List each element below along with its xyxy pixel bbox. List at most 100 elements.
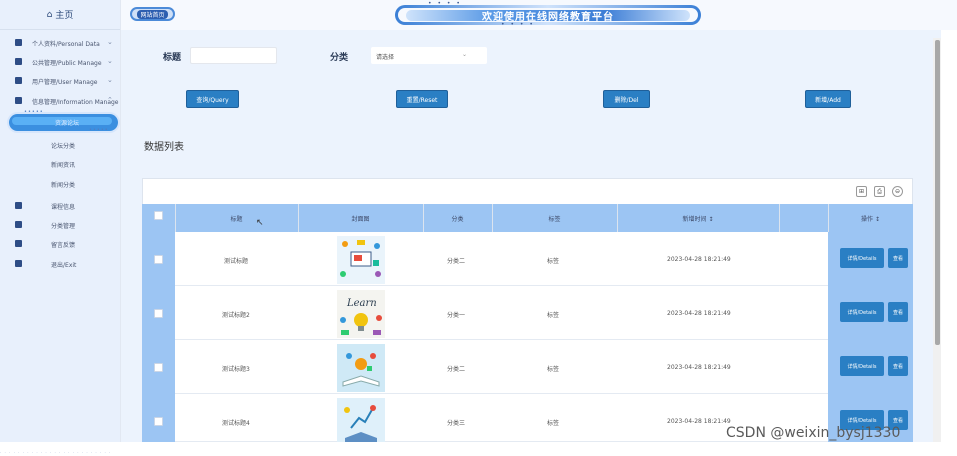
- export-icon[interactable]: ⊖: [892, 186, 903, 197]
- sidebar-item-label: 课程信息: [51, 204, 76, 211]
- chevron-down-icon: ⌄: [461, 51, 467, 58]
- table-row: [142, 232, 913, 286]
- query-button[interactable]: 查询/Query: [186, 90, 239, 108]
- grid-view-icon[interactable]: ⊞: [856, 186, 867, 197]
- view-button[interactable]: 查看: [888, 356, 908, 376]
- sidebar-item-label: 资源论坛: [55, 120, 80, 127]
- row-checkbox[interactable]: [154, 309, 163, 318]
- cell-time: 2023-04-28 18:21:49: [667, 256, 731, 263]
- sidebar-item-label: 分类管理: [51, 223, 76, 230]
- exit-icon: [15, 260, 22, 267]
- sidebar-item-category[interactable]: 分类管理: [0, 217, 121, 233]
- sidebar-item-label: 公共管理/Public Manage: [32, 60, 102, 67]
- header-tag: 标签: [548, 215, 561, 223]
- category-select-value: 请选择: [376, 54, 395, 61]
- details-button[interactable]: 详情/Details: [840, 356, 884, 376]
- document-icon: [15, 58, 22, 65]
- cell-category: 分类三: [447, 420, 466, 427]
- cell-time: 2023-04-28 18:21:49: [667, 418, 731, 425]
- chart-icon: [15, 77, 22, 84]
- cover-image: Learn: [337, 290, 385, 338]
- sidebar-item-label: 留言反馈: [51, 242, 76, 249]
- watermark: CSDN @weixin_bysj1330: [726, 425, 901, 441]
- header-cover: 封面图: [351, 215, 370, 223]
- sidebar-item-user[interactable]: 用户管理/User Manage ⌄: [0, 73, 121, 89]
- cell-category: 分类一: [447, 312, 466, 319]
- table-row: [142, 340, 913, 394]
- list-title: 数据列表: [144, 142, 184, 153]
- sidebar-item-label: 信息管理/Information Manage: [32, 99, 119, 106]
- sidebar-sub-forum-category[interactable]: 论坛分类: [51, 141, 75, 150]
- cell-tag: 标签: [547, 366, 560, 373]
- cell-time: 2023-04-28 18:21:49: [667, 310, 731, 317]
- sidebar-item-exit[interactable]: 退出/Exit: [0, 256, 121, 272]
- cell-title: 测试标题2: [222, 312, 250, 319]
- cover-image: [337, 344, 385, 392]
- chevron-down-icon: ⌄: [107, 38, 113, 46]
- print-icon[interactable]: ⎙: [874, 186, 885, 197]
- cover-image: [337, 398, 385, 442]
- sidebar-item-course[interactable]: 课程信息: [0, 198, 121, 214]
- sidebar-sub-news-category[interactable]: 新闻分类: [51, 180, 75, 189]
- select-all-checkbox[interactable]: [154, 211, 163, 220]
- cell-tag: 标签: [547, 420, 560, 427]
- bookmark-icon: [15, 202, 22, 209]
- decor-dots: •••••: [89, 127, 109, 133]
- sidebar-item-information[interactable]: 信息管理/Information Manage ⌃: [0, 93, 121, 109]
- mouse-cursor-icon: ↖: [256, 218, 264, 228]
- decor-dots: · · · · · · · · · · · · · · · · · · · · …: [0, 450, 112, 455]
- tab-home[interactable]: 网站首页: [130, 7, 175, 21]
- sidebar-item-label: 用户管理/User Manage: [32, 79, 98, 86]
- cell-time: 2023-04-28 18:21:49: [667, 364, 731, 371]
- cell-tag: 标签: [547, 258, 560, 265]
- details-button[interactable]: 详情/Details: [840, 302, 884, 322]
- table-row: [142, 286, 913, 340]
- category-select[interactable]: 请选择 ⌄: [371, 47, 487, 64]
- cell-tag: 标签: [547, 312, 560, 319]
- row-checkbox[interactable]: [154, 363, 163, 372]
- sidebar-item-public[interactable]: 公共管理/Public Manage ⌄: [0, 54, 121, 70]
- delete-button[interactable]: 删除/Del: [603, 90, 650, 108]
- user-card-icon: [15, 39, 22, 46]
- welcome-banner: 欢迎使用在线网络教育平台: [395, 5, 701, 25]
- title-input[interactable]: [190, 47, 277, 64]
- row-checkbox[interactable]: [154, 255, 163, 264]
- cell-title: 测试标题3: [222, 366, 250, 373]
- sidebar-item-label: 退出/Exit: [51, 262, 77, 269]
- add-button[interactable]: 新增/Add: [805, 90, 851, 108]
- home-icon: ⌂: [46, 9, 53, 20]
- header-actions[interactable]: 操作 ↕: [828, 204, 913, 232]
- decor-dots: • • • •: [501, 21, 535, 28]
- header-added-time[interactable]: 新增时间 ↕: [617, 204, 779, 232]
- user-icon: [15, 221, 22, 228]
- cover-image: [337, 236, 385, 284]
- cell-title: 测试标题: [224, 258, 249, 265]
- decor-dots: • • • •: [428, 0, 462, 7]
- title-label: 标题: [163, 53, 182, 63]
- sidebar-item-personal[interactable]: 个人资料/Personal Data ⌄: [0, 35, 121, 51]
- bar-chart-icon: [15, 97, 22, 104]
- cell-category: 分类二: [447, 258, 466, 265]
- view-button[interactable]: 查看: [888, 302, 908, 322]
- category-label: 分类: [330, 53, 349, 63]
- cell-category: 分类二: [447, 366, 466, 373]
- chevron-down-icon: ⌄: [107, 76, 113, 84]
- sidebar: ⌂ 主页 个人资料/Personal Data ⌄ 公共管理/Public Ma…: [0, 0, 121, 442]
- header-title[interactable]: 标题: [175, 204, 298, 232]
- chevron-down-icon: ⌄: [107, 57, 113, 65]
- top-bar: 网站首页 欢迎使用在线网络教育平台: [121, 0, 957, 30]
- header-category: 分类: [451, 215, 464, 223]
- scrollbar-thumb[interactable]: [935, 40, 940, 345]
- view-button[interactable]: 查看: [888, 248, 908, 268]
- reset-button[interactable]: 重置/Reset: [396, 90, 448, 108]
- row-checkbox[interactable]: [154, 417, 163, 426]
- sidebar-home-label: 主页: [55, 11, 74, 21]
- cell-title: 测试标题4: [222, 420, 250, 427]
- sidebar-sub-news[interactable]: 新闻资讯: [51, 160, 75, 169]
- sidebar-home[interactable]: ⌂ 主页: [0, 0, 120, 30]
- svg-text:Learn: Learn: [346, 298, 377, 309]
- chevron-up-icon: ⌃: [107, 96, 113, 104]
- tab-home-label: 网站首页: [137, 9, 168, 19]
- sidebar-item-feedback[interactable]: 留言反馈: [0, 236, 121, 252]
- details-button[interactable]: 详情/Details: [840, 248, 884, 268]
